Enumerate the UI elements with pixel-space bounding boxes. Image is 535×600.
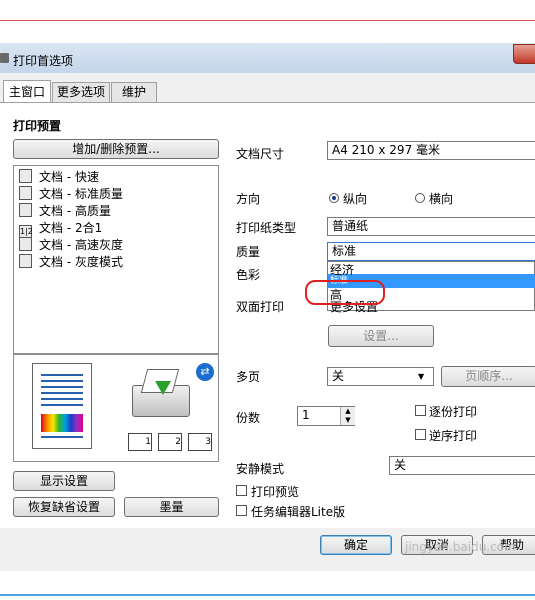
tab-more-options[interactable]: 更多选项 <box>52 82 110 102</box>
landscape-label: 横向 <box>429 192 454 206</box>
landscape-radio[interactable] <box>415 193 425 203</box>
ink-levels-button[interactable]: 墨量 <box>124 497 219 517</box>
paper-size-select[interactable]: A4 210 x 297 毫米 <box>327 141 535 160</box>
text-line <box>41 386 83 388</box>
collate-checkbox[interactable] <box>415 405 426 416</box>
chevron-down-icon: ▼ <box>418 372 425 381</box>
orientation-label: 方向 <box>236 192 261 206</box>
document-icon <box>19 254 32 268</box>
text-line <box>41 398 83 400</box>
quality-label: 质量 <box>236 245 261 259</box>
text-line <box>41 436 83 438</box>
page-2-icon: 2 <box>158 433 182 451</box>
paper-type-label: 打印纸类型 <box>236 221 297 235</box>
printer-icon <box>0 53 9 63</box>
copies-label: 份数 <box>236 411 261 425</box>
copies-spinner[interactable]: ▲ ▼ <box>340 407 355 425</box>
print-preview-checkbox[interactable] <box>236 485 247 496</box>
page-preview <box>32 363 92 449</box>
close-button[interactable] <box>513 44 535 64</box>
text-line <box>41 380 83 382</box>
text-line <box>41 404 83 406</box>
reverse-checkbox[interactable] <box>415 429 426 440</box>
arrow-down-icon <box>155 381 171 395</box>
annotation-circle <box>305 280 385 305</box>
text-line <box>41 392 83 394</box>
page-bottom-line <box>0 594 535 596</box>
duplex-settings-button[interactable]: 设置... <box>328 325 434 347</box>
page-1-icon: 1 <box>128 433 152 451</box>
multipage-label: 多页 <box>236 370 261 384</box>
print-preview-label: 打印预览 <box>251 485 300 499</box>
list-item[interactable]: 文档 - 高速灰度 <box>19 237 123 253</box>
document-icon <box>19 237 32 251</box>
paper-size-label: 文档尺寸 <box>236 147 285 161</box>
tab-main[interactable]: 主窗口 <box>3 80 51 103</box>
tab-maintenance[interactable]: 维护 <box>111 82 157 102</box>
list-item[interactable]: 文档 - 高质量 <box>19 203 111 219</box>
list-item[interactable]: 文档 - 标准质量 <box>19 186 123 202</box>
restore-defaults-button[interactable]: 恢复缺省设置 <box>13 497 115 517</box>
quality-select[interactable]: 标准 <box>327 242 535 261</box>
print-preview-area: ⇄ 1 2 3 <box>13 354 219 462</box>
paper-type-select[interactable]: 普通纸 <box>327 217 535 236</box>
quiet-mode-select[interactable]: 关 <box>389 456 535 475</box>
reverse-label: 逆序打印 <box>429 429 478 443</box>
list-item[interactable]: 文档 - 灰度模式 <box>19 254 123 270</box>
portrait-radio[interactable] <box>329 193 339 203</box>
page-3-icon: 3 <box>188 433 212 451</box>
page-order-button[interactable]: 页顺序... <box>441 366 535 387</box>
collate-label: 逐份打印 <box>429 405 478 419</box>
document-icon <box>19 169 32 183</box>
add-remove-preset-button[interactable]: 增加/删除预置... <box>13 139 219 159</box>
document-icon <box>19 203 32 217</box>
refresh-icon[interactable]: ⇄ <box>196 363 214 381</box>
list-item[interactable]: 1|2 文档 - 2合1 <box>19 220 102 239</box>
quiet-mode-label: 安静模式 <box>236 462 285 476</box>
portrait-label: 纵向 <box>343 192 368 206</box>
document-icon <box>19 186 32 200</box>
title-bar <box>0 43 535 73</box>
watermark: jingyan.baidu.com <box>405 540 516 554</box>
list-item[interactable]: 文档 - 快速 <box>19 169 99 185</box>
window-title: 打印首选项 <box>13 54 74 68</box>
color-bar <box>41 414 83 432</box>
show-settings-button[interactable]: 显示设置 <box>13 471 115 491</box>
job-arranger-checkbox[interactable] <box>236 505 247 516</box>
duplex-label: 双面打印 <box>236 300 285 314</box>
text-line <box>41 374 83 376</box>
preset-list[interactable]: 文档 - 快速 文档 - 标准质量 文档 - 高质量 1|2 文档 - 2合1 文… <box>13 165 219 354</box>
color-label: 色彩 <box>236 268 261 282</box>
page-divider <box>0 20 535 21</box>
ok-button[interactable]: 确定 <box>320 535 392 555</box>
job-arranger-label: 任务编辑器Lite版 <box>251 505 346 519</box>
preset-title: 打印预置 <box>13 119 62 133</box>
